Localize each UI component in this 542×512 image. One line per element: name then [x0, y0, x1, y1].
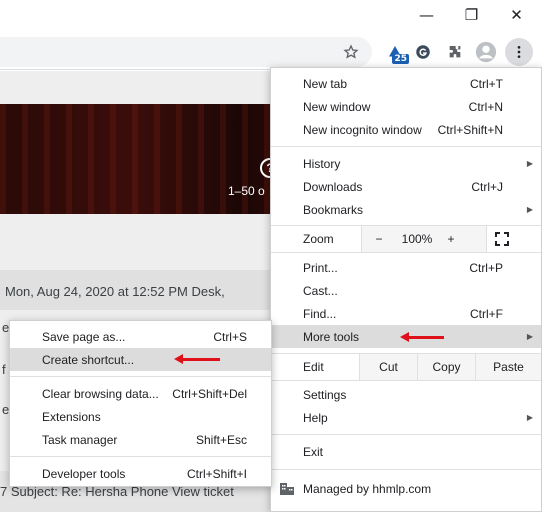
menu-item-new-incognito[interactable]: New incognito window Ctrl+Shift+N	[271, 118, 541, 141]
zoom-in-button[interactable]: +	[439, 229, 463, 249]
menu-item-cast[interactable]: Cast...	[271, 279, 541, 302]
kebab-menu-icon	[517, 46, 521, 58]
chevron-right-icon: ▶	[526, 332, 533, 341]
paste-button[interactable]: Paste	[475, 354, 541, 380]
cut-button[interactable]: Cut	[359, 354, 417, 380]
menu-item-find[interactable]: Find... Ctrl+F	[271, 302, 541, 325]
chevron-right-icon: ▶	[526, 205, 533, 214]
extension-badge-button[interactable]: 25	[381, 38, 409, 66]
close-icon: ✕	[510, 6, 523, 24]
fullscreen-icon	[495, 232, 509, 246]
menu-separator	[271, 434, 541, 435]
more-tools-submenu: Save page as... Ctrl+S Create shortcut...…	[9, 320, 272, 487]
menu-item-new-window[interactable]: New window Ctrl+N	[271, 95, 541, 118]
menu-separator	[271, 380, 541, 381]
chevron-right-icon: ▶	[526, 159, 533, 168]
menu-separator	[271, 469, 541, 470]
menu-zoom-row: Zoom − 100% +	[271, 226, 541, 252]
menu-item-exit[interactable]: Exit	[271, 440, 541, 463]
zoom-level: 100%	[401, 232, 433, 246]
menu-item-save-page[interactable]: Save page as... Ctrl+S	[10, 325, 271, 348]
browser-toolbar: 25	[0, 34, 542, 70]
menu-item-history[interactable]: History ▶	[271, 152, 541, 175]
address-bar[interactable]	[0, 37, 372, 67]
chrome-menu-button[interactable]	[505, 38, 533, 66]
extensions-button[interactable]	[441, 38, 469, 66]
title-bar: — ❐ ✕	[0, 0, 542, 34]
menu-item-developer-tools[interactable]: Developer tools Ctrl+Shift+I	[10, 462, 271, 485]
star-icon	[343, 44, 359, 59]
zoom-out-button[interactable]: −	[367, 229, 391, 249]
menu-item-print[interactable]: Print... Ctrl+P	[271, 256, 541, 279]
restore-icon: ❐	[464, 6, 479, 24]
fullscreen-button[interactable]	[489, 229, 515, 249]
profile-button[interactable]	[472, 38, 500, 66]
puzzle-icon	[449, 46, 461, 58]
close-window-button[interactable]: ✕	[494, 0, 539, 30]
menu-separator	[271, 252, 541, 253]
profile-icon	[475, 41, 497, 63]
menu-separator	[10, 376, 271, 377]
building-icon	[280, 483, 294, 495]
managed-by-notice[interactable]: Managed by hhmlp.com	[271, 477, 541, 500]
menu-item-help[interactable]: Help ▶	[271, 406, 541, 429]
copy-button[interactable]: Copy	[417, 354, 475, 380]
minimize-button[interactable]: —	[404, 0, 449, 30]
menu-item-create-shortcut[interactable]: Create shortcut...	[10, 348, 271, 371]
menu-separator	[10, 456, 271, 457]
grammarly-button[interactable]	[409, 38, 437, 66]
menu-item-downloads[interactable]: Downloads Ctrl+J	[271, 175, 541, 198]
menu-item-bookmarks[interactable]: Bookmarks ▶	[271, 198, 541, 221]
extension-count-badge: 25	[392, 54, 409, 64]
menu-item-new-tab[interactable]: New tab Ctrl+T	[271, 72, 541, 95]
restore-button[interactable]: ❐	[449, 0, 494, 30]
chevron-right-icon: ▶	[526, 413, 533, 422]
menu-edit-row: Edit Cut Copy Paste	[271, 354, 541, 380]
annotation-arrow	[174, 354, 220, 364]
menu-item-task-manager[interactable]: Task manager Shift+Esc	[10, 428, 271, 451]
annotation-arrow	[400, 332, 444, 342]
minimize-icon: —	[419, 6, 434, 24]
menu-separator	[271, 146, 541, 147]
grammarly-icon	[416, 45, 430, 59]
menu-item-extensions[interactable]: Extensions	[10, 405, 271, 428]
menu-item-settings[interactable]: Settings	[271, 383, 541, 406]
menu-item-clear-browsing-data[interactable]: Clear browsing data... Ctrl+Shift+Del	[10, 382, 271, 405]
chrome-main-menu: New tab Ctrl+T New window Ctrl+N New incog…	[270, 67, 542, 512]
results-count: 1–50 o	[228, 184, 265, 198]
email-row-date[interactable]: Mon, Aug 24, 2020 at 12:52 PM Desk,	[5, 284, 225, 299]
email-row-fragment: f	[2, 362, 6, 377]
bookmark-star-button[interactable]	[337, 38, 365, 66]
